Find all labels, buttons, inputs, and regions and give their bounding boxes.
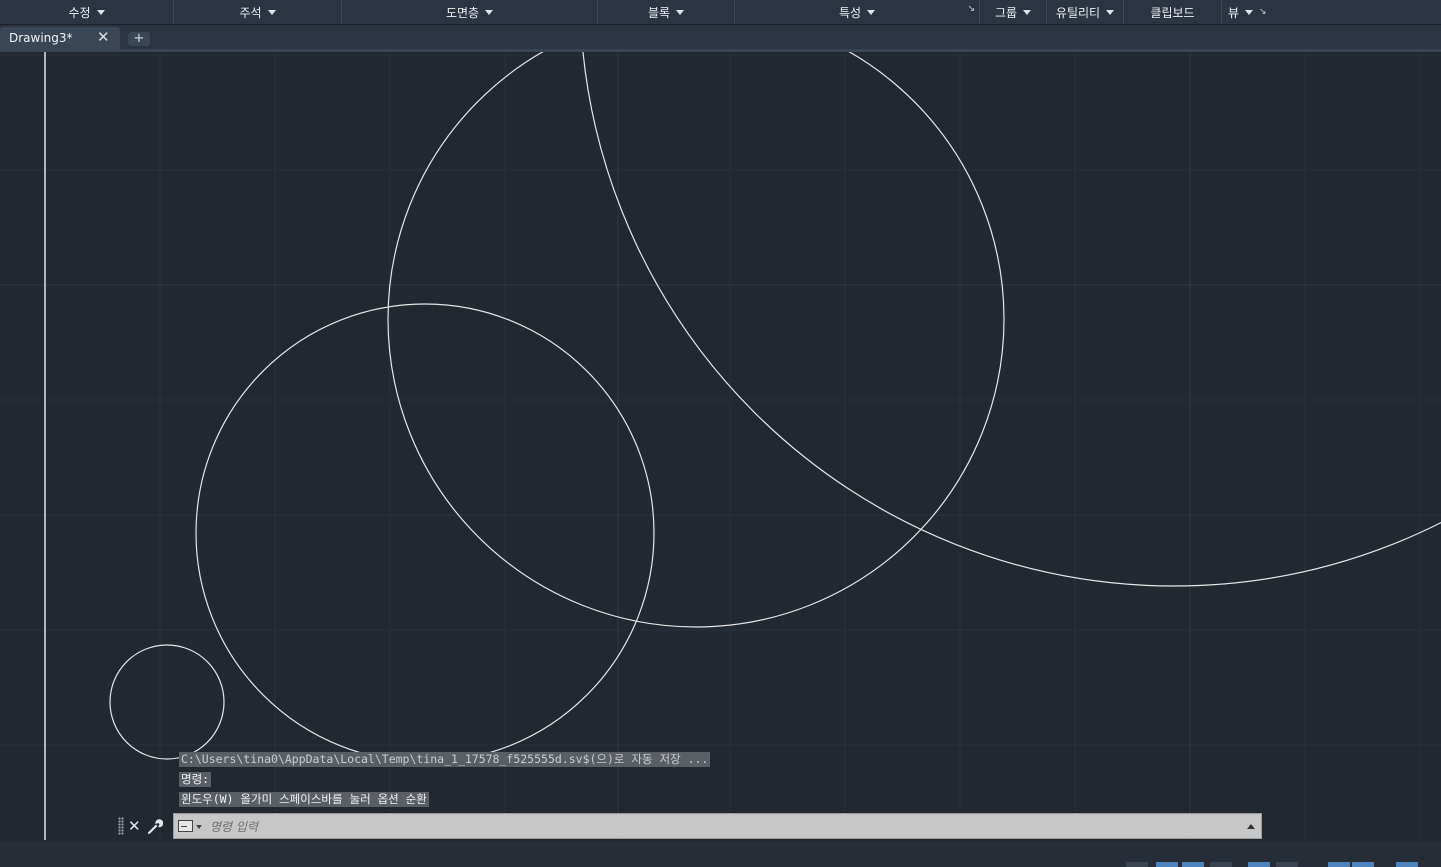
chevron-down-icon[interactable] [485, 9, 494, 15]
command-line[interactable] [173, 813, 1262, 839]
chevron-down-icon[interactable] [196, 825, 202, 829]
tab-drawing3[interactable]: Drawing3* ✕ [0, 27, 120, 49]
panel-label: 특성 [838, 5, 862, 20]
status-toggle-active[interactable] [1352, 862, 1374, 867]
dialog-launcher-icon[interactable]: ↘ [967, 4, 975, 14]
plus-icon[interactable]: + [128, 32, 150, 46]
status-toggle-active[interactable] [1156, 862, 1178, 867]
file-tab-bar: Drawing3* ✕ + [0, 25, 1441, 49]
chevron-down-icon[interactable] [676, 9, 685, 15]
panel-label: 수정 [68, 5, 91, 20]
circle-medium[interactable] [195, 303, 655, 763]
circle-small[interactable] [109, 644, 225, 760]
panel-label: 그룹 [994, 5, 1018, 20]
panel-view[interactable]: 뷰 ↘ [1222, 0, 1441, 24]
status-toggle[interactable] [1210, 862, 1232, 867]
circle-arc-right[interactable] [580, 52, 1441, 587]
panel-block[interactable]: 블록 [598, 0, 735, 24]
circle-large[interactable] [387, 52, 1005, 628]
close-icon[interactable]: ✕ [97, 28, 110, 46]
panel-label: 도면층 [445, 5, 480, 20]
status-toggle-active[interactable] [1396, 862, 1418, 867]
history-line: 윈도우(W) 올가미 스페이스바를 눌러 옵션 순환 [179, 792, 429, 807]
tab-label: Drawing3* [9, 31, 73, 45]
prompt-icon[interactable] [178, 820, 193, 832]
status-toggle[interactable] [1126, 862, 1148, 867]
status-toggle[interactable] [1276, 862, 1298, 867]
chevron-up-icon[interactable] [1247, 824, 1255, 829]
chevron-down-icon[interactable] [1106, 9, 1115, 15]
panel-clipboard[interactable]: 클립보드 [1124, 0, 1222, 24]
chevron-down-icon[interactable] [867, 9, 876, 15]
panel-label: 뷰 [1228, 5, 1240, 20]
panel-groups[interactable]: 그룹 [980, 0, 1047, 24]
dialog-launcher-icon[interactable]: ↘ [1259, 7, 1267, 17]
panel-utilities[interactable]: 유틸리티 [1047, 0, 1124, 24]
history-line: C:\Users\tina0\AppData\Local\Temp\tina_1… [179, 752, 711, 767]
status-toggle-active[interactable] [1182, 862, 1204, 867]
command-input[interactable] [208, 816, 1232, 838]
chevron-down-icon[interactable] [1245, 9, 1254, 15]
panel-annotation[interactable]: 주석 [174, 0, 342, 24]
command-line-tools: ✕ [118, 814, 163, 838]
drawing-canvas[interactable] [0, 52, 1441, 840]
status-toggle-active[interactable] [1328, 862, 1350, 867]
close-icon[interactable]: ✕ [128, 817, 141, 835]
wrench-icon[interactable] [147, 817, 163, 835]
panel-label: 블록 [647, 5, 671, 20]
panel-layers[interactable]: 도면층 [342, 0, 598, 24]
panel-modify[interactable]: 수정 [0, 0, 174, 24]
chevron-down-icon[interactable] [1023, 9, 1032, 15]
chevron-down-icon[interactable] [267, 9, 276, 15]
panel-label: 클립보드 [1150, 5, 1195, 20]
panel-properties[interactable]: 특성 ↘ [735, 0, 980, 24]
grid [0, 52, 1441, 840]
chevron-down-icon[interactable] [96, 9, 105, 15]
ribbon-panel-bar: 수정 주석 도면층 블록 특성 ↘ 그룹 유틸리티 클립보드 뷰 ↘ [0, 0, 1441, 25]
history-line: 명령: [179, 772, 212, 787]
status-toggle-active[interactable] [1248, 862, 1270, 867]
panel-label: 유틸리티 [1055, 5, 1101, 20]
panel-label: 주석 [239, 5, 262, 20]
model-space[interactable] [0, 52, 1441, 840]
grip-handle-icon[interactable] [118, 817, 124, 835]
status-bar [0, 841, 1441, 867]
